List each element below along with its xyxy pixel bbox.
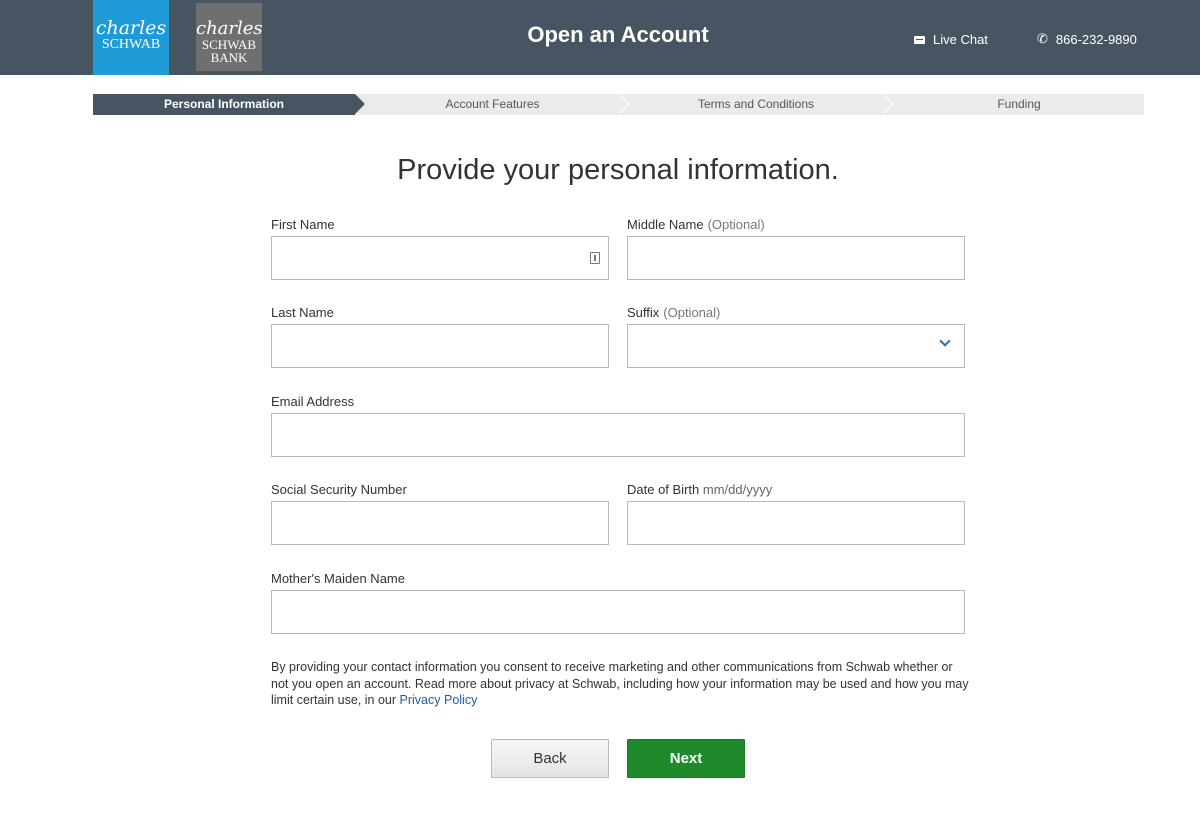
ssn-input[interactable]: [271, 501, 609, 545]
maiden-name-label: Mother's Maiden Name: [271, 571, 405, 586]
first-name-label-text: First Name: [271, 217, 335, 232]
last-name-label: Last Name: [271, 305, 334, 320]
chat-icon: [914, 35, 925, 44]
privacy-policy-link[interactable]: Privacy Policy: [400, 693, 478, 707]
optional-tag: (Optional): [707, 217, 765, 232]
header-bar: charles SCHWAB charles SCHWAB BANK Open …: [0, 0, 1200, 75]
last-name-input[interactable]: [271, 324, 609, 368]
ssn-label: Social Security Number: [271, 482, 407, 497]
step-separator: [355, 94, 365, 114]
consent-disclosure: By providing your contact information yo…: [271, 659, 971, 709]
live-chat-label: Live Chat: [933, 32, 988, 47]
middle-name-label: Middle Name (Optional): [627, 217, 765, 232]
next-button[interactable]: Next: [627, 739, 745, 778]
dob-input[interactable]: [627, 501, 965, 545]
maiden-name-input[interactable]: [271, 590, 965, 634]
autofill-contact-icon[interactable]: [590, 252, 600, 264]
step-funding: Funding: [894, 94, 1144, 115]
suffix-select[interactable]: [627, 324, 965, 368]
live-chat-link[interactable]: Live Chat: [914, 32, 988, 47]
step-separator: [618, 94, 628, 114]
consent-text: By providing your contact information yo…: [271, 660, 969, 707]
maiden-name-label-text: Mother's Maiden Name: [271, 571, 405, 586]
phone-icon: ✆: [1037, 31, 1048, 46]
step-label: Personal Information: [163, 97, 285, 111]
first-name-input[interactable]: [271, 236, 609, 280]
middle-name-label-text: Middle Name: [627, 217, 704, 232]
dob-label: Date of Birth mm/dd/yyyy: [627, 482, 772, 497]
suffix-label: Suffix (Optional): [627, 305, 720, 320]
email-label-text: Email Address: [271, 394, 355, 409]
step-label: Account Features: [445, 97, 540, 111]
last-name-label-text: Last Name: [271, 305, 334, 320]
middle-name-input[interactable]: [627, 236, 965, 280]
step-terms-and-conditions: Terms and Conditions: [630, 94, 882, 115]
form-heading: Provide your personal information.: [397, 154, 839, 186]
email-input[interactable]: [271, 413, 965, 457]
phone-contact[interactable]: ✆ 866-232-9890: [1037, 31, 1137, 47]
step-separator: [882, 94, 892, 114]
first-name-label: First Name: [271, 217, 335, 232]
step-label: Terms and Conditions: [697, 97, 815, 111]
suffix-label-text: Suffix: [627, 305, 660, 320]
step-personal-information: Personal Information: [93, 94, 355, 115]
page-title: Open an Account: [527, 22, 709, 47]
optional-tag: (Optional): [663, 305, 721, 320]
back-button[interactable]: Back: [491, 739, 609, 778]
ssn-label-text: Social Security Number: [271, 482, 407, 497]
step-account-features: Account Features: [365, 94, 620, 115]
email-label: Email Address: [271, 394, 354, 409]
dob-format-hint: mm/dd/yyyy: [702, 482, 773, 497]
phone-number: 866-232-9890: [1055, 31, 1137, 47]
progress-stepper: Personal Information Account Features Te…: [93, 94, 1144, 115]
bank-logo-caps-line2: BANK: [210, 50, 248, 65]
dob-label-text: Date of Birth: [627, 482, 700, 497]
step-label: Funding: [997, 97, 1041, 111]
